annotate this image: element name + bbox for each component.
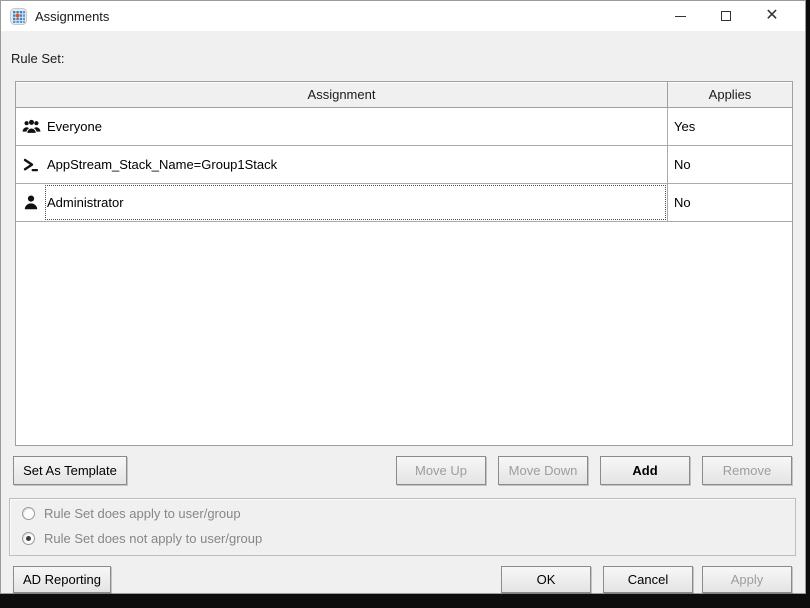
table-row[interactable]: AppStream_Stack_Name=Group1Stack No [16, 146, 792, 184]
assignment-cell[interactable]: AppStream_Stack_Name=Group1Stack [16, 146, 668, 183]
assignment-name: AppStream_Stack_Name=Group1Stack [47, 157, 277, 172]
ok-button[interactable]: OK [501, 566, 591, 593]
table-row[interactable]: Administrator No [16, 184, 792, 222]
assignment-name: Administrator [47, 195, 124, 210]
close-icon: ✕ [765, 8, 778, 24]
app-grid-icon [10, 8, 27, 25]
radio-unselected-icon [22, 507, 35, 520]
column-header-assignment[interactable]: Assignment [16, 82, 668, 107]
assignments-table: Assignment Applies [15, 81, 793, 446]
maximize-icon [721, 11, 731, 21]
radio-option-does-not-apply[interactable]: Rule Set does not apply to user/group [22, 531, 262, 546]
table-row[interactable]: Everyone Yes [16, 108, 792, 146]
assignment-cell[interactable]: Administrator [16, 184, 668, 221]
set-as-template-button[interactable]: Set As Template [13, 456, 127, 485]
ad-reporting-button[interactable]: AD Reporting [13, 566, 111, 593]
radio-label: Rule Set does apply to user/group [44, 506, 241, 521]
rule-set-apply-group: Rule Set does apply to user/group Rule S… [9, 498, 796, 556]
rule-set-label: Rule Set: [11, 51, 64, 66]
applies-cell[interactable]: No [668, 146, 792, 183]
assignment-name: Everyone [47, 119, 102, 134]
screenshot-frame: Assignments ✕ Rule Set: Assignment Appli… [0, 0, 810, 608]
applies-cell[interactable]: Yes [668, 108, 792, 145]
move-up-button[interactable]: Move Up [396, 456, 486, 485]
caption-buttons: ✕ [657, 1, 795, 31]
assignment-cell[interactable]: Everyone [16, 108, 668, 145]
radio-selected-icon [22, 532, 35, 545]
remove-button[interactable]: Remove [702, 456, 792, 485]
window-title: Assignments [35, 9, 109, 24]
minimize-button[interactable] [657, 1, 703, 31]
single-user-icon [21, 195, 41, 210]
close-button[interactable]: ✕ [749, 1, 795, 31]
radio-label: Rule Set does not apply to user/group [44, 531, 262, 546]
maximize-button[interactable] [703, 1, 749, 31]
radio-dot [26, 536, 31, 541]
move-down-button[interactable]: Move Down [498, 456, 588, 485]
column-header-applies[interactable]: Applies [668, 82, 792, 107]
users-group-icon [21, 119, 41, 134]
title-bar: Assignments ✕ [1, 1, 805, 31]
add-button[interactable]: Add [600, 456, 690, 485]
apply-button[interactable]: Apply [702, 566, 792, 593]
table-header-row: Assignment Applies [16, 82, 792, 108]
minimize-icon [675, 16, 686, 17]
cancel-button[interactable]: Cancel [603, 566, 693, 593]
assignments-dialog: Assignments ✕ Rule Set: Assignment Appli… [0, 0, 806, 594]
focus-rectangle [45, 185, 666, 220]
shell-prompt-icon [21, 158, 41, 172]
radio-option-does-apply[interactable]: Rule Set does apply to user/group [22, 506, 241, 521]
applies-cell[interactable]: No [668, 184, 792, 221]
